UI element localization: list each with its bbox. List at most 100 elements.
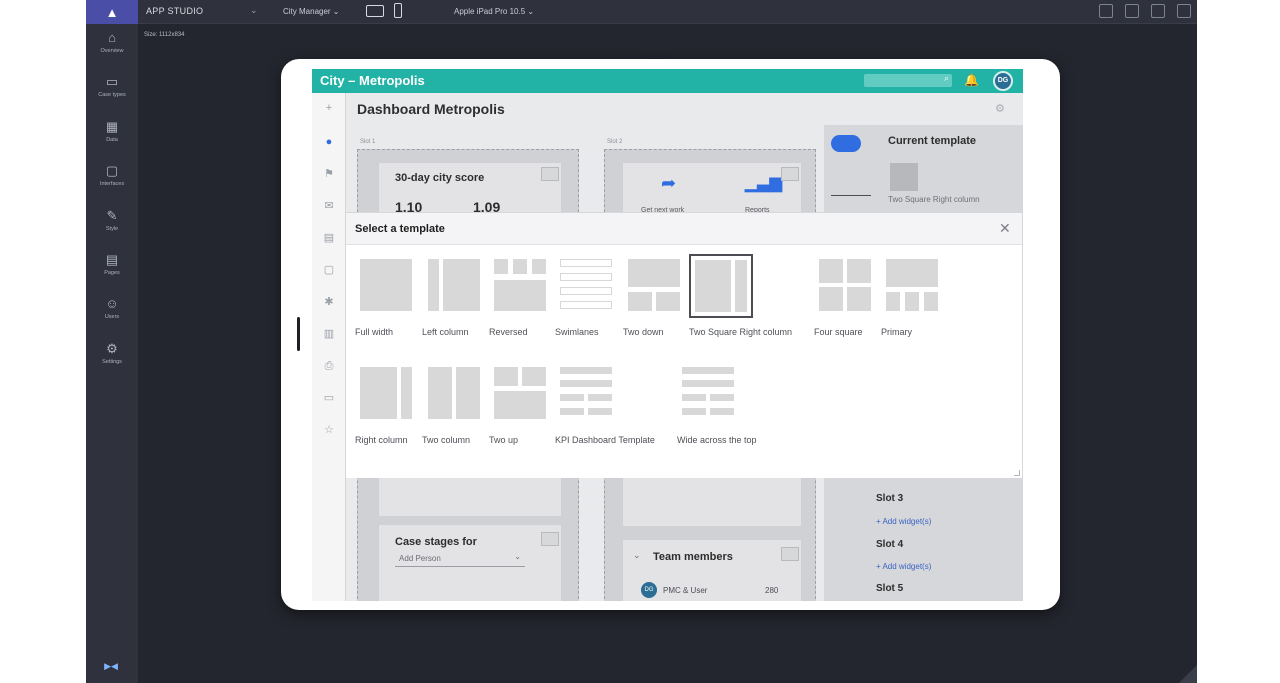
studio-title-caret-icon[interactable]: ⌄ — [250, 5, 258, 16]
template-kpi-dashboard[interactable] — [560, 367, 615, 423]
add-widget-slot-3[interactable]: + Add widget(s) — [876, 517, 931, 526]
box-icon[interactable]: ▢ — [322, 263, 336, 277]
layout-block — [560, 380, 612, 387]
message-icon[interactable]: ✉ — [322, 199, 336, 213]
template-left-column[interactable] — [428, 259, 483, 315]
share-arrow-icon[interactable]: ➦ — [661, 173, 676, 194]
team-members-card: ⌄ Team members DG PMC & User 280 — [622, 539, 802, 601]
device-select[interactable]: Apple iPad Pro 10.5 ⌄ — [454, 7, 534, 16]
card-menu-icon[interactable] — [541, 167, 559, 181]
edit-icon[interactable] — [1151, 4, 1165, 18]
template-label: Right column — [355, 435, 408, 445]
asterisk-icon[interactable]: ✱ — [322, 295, 336, 309]
team-member-name[interactable]: PMC & User — [663, 586, 707, 595]
chevron-down-icon[interactable]: ⌄ — [633, 550, 641, 561]
team-member-count: 280 — [765, 586, 779, 595]
data-icon: ▦ — [105, 119, 119, 134]
desktop-icon[interactable] — [366, 4, 384, 17]
template-label: KPI Dashboard Template — [555, 435, 655, 445]
template-two-column[interactable] — [428, 367, 483, 423]
template-swimlanes[interactable] — [560, 259, 615, 315]
layout-block — [494, 259, 508, 274]
card-menu-icon[interactable] — [781, 167, 799, 181]
sidebar-item-overview[interactable]: ⌂ Overview — [86, 30, 138, 54]
template-label: Swimlanes — [555, 327, 599, 337]
template-two-up[interactable] — [494, 367, 549, 423]
slot-3-heading: Slot 3 — [876, 493, 904, 504]
slot-2-label: Slot 2 — [607, 139, 623, 145]
plus-icon[interactable]: + — [322, 101, 336, 115]
case-stages-select[interactable]: Add Person ⌄ — [395, 552, 525, 567]
document-icon[interactable]: ▭ — [322, 391, 336, 405]
sidebar-item-data[interactable]: ▦ Data — [86, 119, 138, 143]
divider — [831, 195, 871, 196]
device-switcher — [366, 3, 661, 78]
sidebar-item-case-types[interactable]: ▭ Case types — [86, 74, 138, 98]
search-input[interactable]: ⌕ — [864, 73, 952, 87]
layout-block — [656, 292, 680, 311]
template-label: Primary — [881, 327, 912, 337]
template-two-square-right-column[interactable] — [689, 254, 753, 318]
layout-block — [924, 292, 938, 311]
current-template-thumbnail[interactable] — [890, 163, 918, 191]
dashboard-icon[interactable]: ● — [322, 135, 336, 149]
slot-4-heading: Slot 4 — [876, 539, 904, 550]
sidebar-item-style[interactable]: ✎ Style — [86, 208, 138, 232]
layout-block — [494, 280, 546, 311]
template-two-down[interactable] — [628, 259, 683, 315]
collapse-sidebar-icon[interactable]: ▶◀ — [101, 661, 121, 675]
template-reversed[interactable] — [494, 259, 549, 315]
fullscreen-icon[interactable] — [1099, 4, 1113, 18]
exit-icon[interactable] — [1177, 4, 1191, 18]
bar-chart-icon[interactable]: ▁▃▆ — [745, 173, 782, 193]
layout-block — [588, 408, 612, 415]
template-wide-across-top[interactable] — [682, 367, 737, 423]
template-right-column[interactable] — [360, 367, 415, 423]
sidebar-item-interfaces[interactable]: ▢ Interfaces — [86, 163, 138, 187]
resize-handle-icon[interactable] — [1179, 665, 1197, 683]
layout-block — [588, 394, 612, 401]
slot-1-label: Slot 1 — [360, 139, 376, 145]
flag-icon[interactable]: ⚑ — [322, 167, 336, 181]
phone-icon[interactable] — [394, 3, 402, 18]
card-menu-icon[interactable] — [541, 532, 559, 546]
template-primary[interactable] — [886, 259, 941, 315]
clipboard-icon[interactable]: ⎙ — [322, 359, 336, 373]
card-menu-icon[interactable] — [781, 547, 799, 561]
close-icon[interactable]: ✕ — [999, 220, 1011, 237]
quick-links-card-bottom — [622, 477, 802, 527]
chevron-down-icon: ⌄ — [514, 552, 521, 561]
viewport-size-label: Size: 1112x834 — [144, 32, 185, 38]
layout-block — [560, 287, 612, 295]
studio-logo-icon[interactable]: ▲ — [86, 0, 138, 24]
layout-block — [522, 367, 546, 386]
layout-block — [360, 367, 397, 419]
preview-icon[interactable] — [1125, 4, 1139, 18]
star-icon[interactable]: ☆ — [322, 423, 336, 437]
gear-icon[interactable]: ⚙ — [995, 102, 1005, 115]
studio-sidebar: ⌂ Overview ▭ Case types ▦ Data ▢ Interfa… — [86, 24, 138, 683]
interface-icon: ▢ — [105, 163, 119, 178]
sidebar-item-label: Pages — [104, 270, 120, 276]
layout-block — [819, 287, 843, 311]
dialog-resize-handle-icon[interactable] — [1014, 470, 1020, 476]
sidebar-item-users[interactable]: ☺ Users — [86, 296, 138, 320]
chart-icon[interactable]: ▥ — [322, 327, 336, 341]
notification-bell-icon[interactable]: 🔔 — [964, 73, 979, 87]
template-label: Two down — [623, 327, 664, 337]
layout-block — [819, 259, 843, 283]
add-widget-slot-4[interactable]: + Add widget(s) — [876, 562, 931, 571]
layout-block — [456, 367, 480, 419]
template-full-width[interactable] — [360, 259, 415, 315]
current-template-name: Two Square Right column — [888, 195, 980, 204]
users-icon: ☺ — [105, 296, 119, 311]
layout-block — [428, 259, 439, 311]
sidebar-item-settings[interactable]: ⚙ Settings — [86, 341, 138, 365]
avatar[interactable]: DG — [993, 71, 1013, 91]
template-four-square[interactable] — [819, 259, 874, 315]
sidebar-item-pages[interactable]: ▤ Pages — [86, 252, 138, 276]
home-icon: ⌂ — [108, 30, 116, 45]
layout-toggle[interactable] — [831, 135, 861, 152]
list-icon[interactable]: ▤ — [322, 231, 336, 245]
case-type-select[interactable]: City Manager ⌄ — [283, 7, 340, 16]
